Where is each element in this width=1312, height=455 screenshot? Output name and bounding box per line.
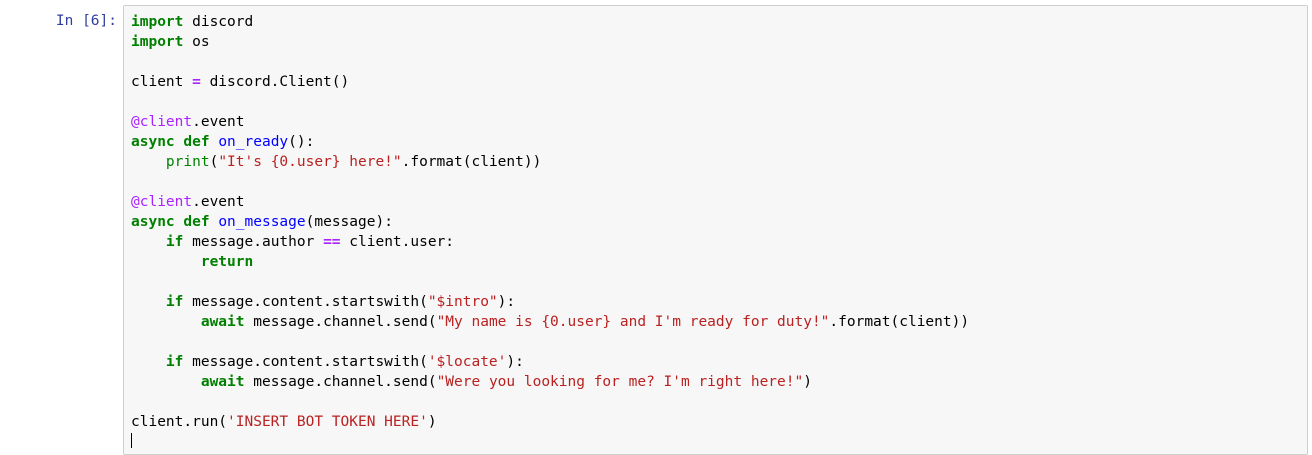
code-line[interactable]: await message.channel.send("Were you loo… xyxy=(131,372,969,392)
code-token: ) xyxy=(803,374,812,390)
keyword-token: async xyxy=(131,214,175,230)
decorator-token: @client xyxy=(131,114,193,130)
keyword-token: return xyxy=(200,254,254,270)
code-line[interactable]: client.run('INSERT BOT TOKEN HERE') xyxy=(131,412,969,432)
code-line[interactable]: if message.content.startswith("$intro"): xyxy=(131,292,969,312)
code-line[interactable] xyxy=(131,92,969,112)
code-token: message.content.startswith( xyxy=(183,294,428,310)
code-token: client.run( xyxy=(131,414,228,430)
code-token: discord xyxy=(183,14,254,30)
string-token: "It's {0.user} here!" xyxy=(218,154,402,170)
keyword-token: await xyxy=(200,374,245,390)
code-token: client xyxy=(131,74,193,90)
code-line[interactable]: import discord xyxy=(131,12,969,32)
code-editor[interactable]: import discord import os client = discord… xyxy=(123,5,1308,455)
code-token: ): xyxy=(497,294,516,310)
code-token: client.user: xyxy=(340,234,455,250)
code-line[interactable]: await message.channel.send("My name is {… xyxy=(131,312,969,332)
code-line[interactable] xyxy=(131,272,969,292)
keyword-token: async xyxy=(131,134,175,150)
code-line[interactable]: async def on_ready(): xyxy=(131,132,969,152)
code-line[interactable]: return xyxy=(131,252,969,272)
keyword-token: if xyxy=(165,234,184,250)
code-line[interactable]: if message.content.startswith('$locate')… xyxy=(131,352,969,372)
code-line[interactable] xyxy=(131,332,969,352)
function-name-token: on_ready xyxy=(218,134,289,150)
keyword-token: def xyxy=(183,134,210,150)
code-token: .event xyxy=(192,194,245,210)
code-token: (): xyxy=(288,134,315,150)
string-token: '$locate' xyxy=(427,354,507,370)
keyword-token: if xyxy=(165,354,184,370)
string-token: "$intro" xyxy=(427,294,498,310)
string-token: "My name is {0.user} and I'm ready for d… xyxy=(436,314,830,330)
code-line[interactable]: if message.author == client.user: xyxy=(131,232,969,252)
code-token: message.channel.send( xyxy=(244,374,437,390)
code-line[interactable] xyxy=(131,392,969,412)
input-prompt: In [6]: xyxy=(55,13,117,29)
code-token: ) xyxy=(427,414,437,430)
operator-token: == xyxy=(323,234,341,250)
string-token: 'INSERT BOT TOKEN HERE' xyxy=(227,414,428,430)
code-token: message.author xyxy=(183,234,324,250)
keyword-token: def xyxy=(183,214,210,230)
code-line[interactable]: @client.event xyxy=(131,112,969,132)
keyword-token: if xyxy=(165,294,184,310)
keyword-token: await xyxy=(200,314,245,330)
code-cell[interactable]: In [6]: import discord import os client =… xyxy=(0,0,1312,455)
text-cursor xyxy=(131,433,132,448)
keyword-token: import xyxy=(131,14,184,30)
code-token: ): xyxy=(506,354,524,370)
code-line[interactable]: import os xyxy=(131,32,969,52)
function-name-token: on_message xyxy=(218,214,306,230)
builtin-token: print xyxy=(165,154,210,170)
string-token: "Were you looking for me? I'm right here… xyxy=(436,374,804,390)
code-token: .format(client)) xyxy=(829,314,970,330)
code-token: message.channel.send( xyxy=(244,314,437,330)
code-line[interactable]: @client.event xyxy=(131,192,969,212)
code-token: os xyxy=(183,34,210,50)
code-line[interactable]: print("It's {0.user} here!".format(clien… xyxy=(131,152,969,172)
decorator-token: @client xyxy=(131,194,193,210)
code-token: (message): xyxy=(305,214,393,230)
code-token: .event xyxy=(192,114,245,130)
code-token: message.content.startswith( xyxy=(183,354,428,370)
code-line[interactable] xyxy=(131,172,969,192)
code-content[interactable]: import discord import os client = discord… xyxy=(131,12,969,432)
code-line[interactable] xyxy=(131,52,969,72)
code-line[interactable]: async def on_message(message): xyxy=(131,212,969,232)
code-line[interactable]: client = discord.Client() xyxy=(131,72,969,92)
operator-token: = xyxy=(192,74,201,90)
code-token: ( xyxy=(209,154,219,170)
keyword-token: import xyxy=(131,34,184,50)
code-token: .format(client)) xyxy=(401,154,542,170)
code-token: discord.Client() xyxy=(200,74,350,90)
